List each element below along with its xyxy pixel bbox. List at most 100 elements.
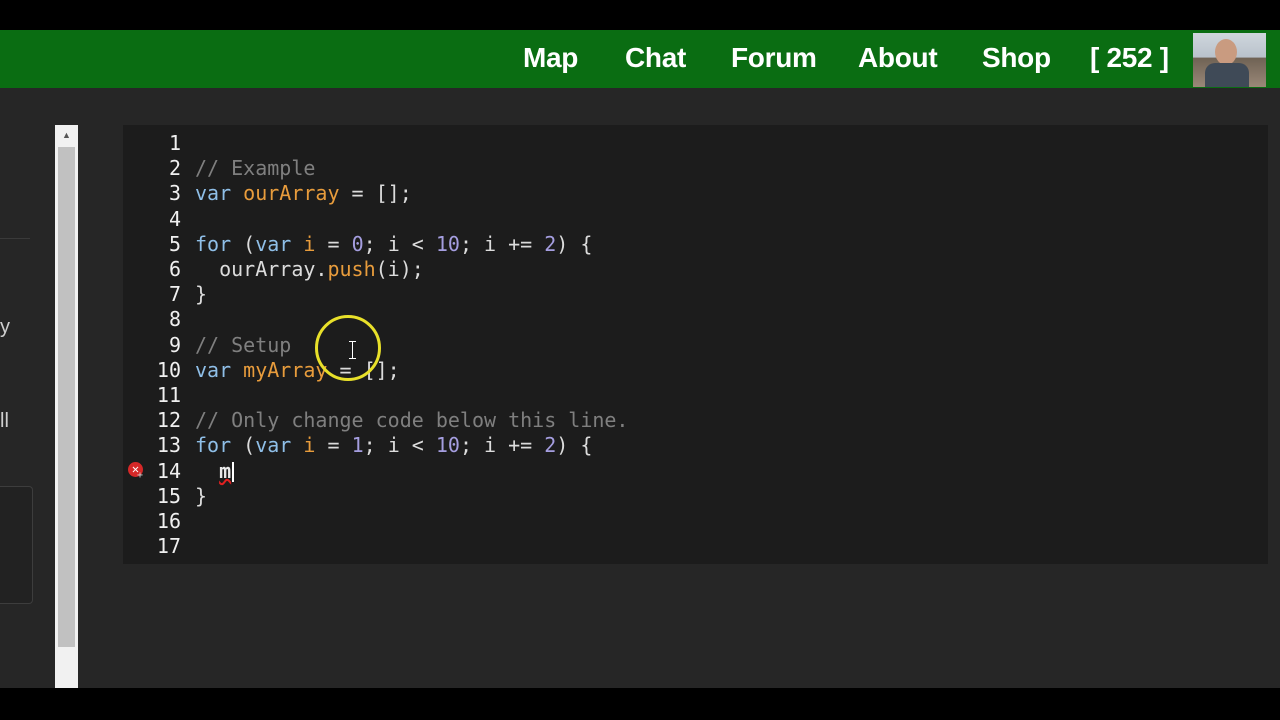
code-token: var [195, 357, 232, 382]
mouse-cursor-highlight [315, 315, 381, 381]
code-line[interactable]: 9 // Setup [123, 333, 1268, 358]
code-line[interactable]: 6 ourArray.push(i); [123, 257, 1268, 282]
code-text: } [195, 282, 207, 307]
code-editor[interactable]: 1 2// Example 3 var ourArray = []; 4 5 for (va… [123, 125, 1268, 564]
code-line[interactable]: 4 [123, 207, 1268, 232]
code-line[interactable]: 13 for (var i = 1; i < 10; i += 2) { [123, 433, 1268, 458]
avatar-head [1215, 39, 1237, 65]
points-counter[interactable]: [ 252 ] [1090, 38, 1169, 78]
code-text: // Only change code below this line. [195, 408, 628, 433]
scrollbar-thumb[interactable] [58, 147, 75, 647]
code-token: // Example [195, 156, 316, 181]
code-text: for (var i = 0; i < 10; i += 2) { [195, 232, 592, 257]
line-number: 9 [168, 332, 181, 357]
code-text: } [195, 484, 207, 509]
code-token: 10 [435, 433, 460, 458]
nav-link-chat[interactable]: Chat [625, 38, 686, 78]
code-token: for [195, 231, 232, 256]
code-line[interactable]: 11 [123, 383, 1268, 408]
code-line[interactable]: 1 [123, 131, 1268, 156]
code-token: var [255, 231, 292, 256]
left-panel-box [0, 486, 33, 604]
code-token: ; i < [363, 231, 436, 256]
code-token: // Setup [195, 332, 292, 357]
code-line[interactable]: 7} [123, 282, 1268, 307]
code-token: push [327, 257, 376, 281]
line-number: 1 [168, 131, 181, 155]
code-token: m [219, 458, 232, 483]
line-number: 16 [156, 509, 181, 533]
top-navbar: Map Chat Forum About Shop [ 252 ] [0, 30, 1280, 88]
code-line[interactable]: ✕ +14 m [123, 459, 1268, 484]
nav-link-shop[interactable]: Shop [982, 38, 1051, 78]
line-number: 5 [168, 231, 181, 256]
left-panel-text-fragment: ll [0, 410, 9, 432]
code-token: myArray [243, 357, 328, 382]
code-token: = []; [339, 181, 412, 206]
code-token: = [315, 433, 352, 458]
code-line[interactable]: 8 [123, 307, 1268, 332]
code-token: 1 [351, 433, 364, 458]
code-token: var [255, 433, 292, 458]
line-number: 12 [156, 408, 181, 433]
code-token: } [195, 282, 208, 307]
code-line[interactable]: 3 var ourArray = []; [123, 181, 1268, 206]
nav-link-forum[interactable]: Forum [731, 38, 817, 78]
code-token: i [303, 433, 316, 458]
code-token: ; i += [459, 433, 545, 458]
code-line[interactable]: 10 var myArray = []; [123, 358, 1268, 383]
line-number: 15 [156, 483, 181, 508]
code-text: ourArray.push(i); [195, 257, 424, 282]
line-number: 14 [156, 458, 181, 483]
code-token: 2 [544, 231, 557, 256]
line-number: 11 [156, 383, 181, 407]
avatar[interactable] [1193, 33, 1266, 87]
left-panel-text-fragment: y [0, 316, 10, 338]
code-line[interactable]: 12 // Only change code below this line. [123, 408, 1268, 433]
top-black-bar [0, 0, 1280, 30]
code-token: = [315, 231, 352, 256]
text-caret [232, 462, 235, 483]
code-text: var ourArray = []; [195, 181, 412, 206]
scroll-up-arrow-icon[interactable]: ▲ [55, 125, 78, 145]
code-line[interactable]: 15} [123, 484, 1268, 509]
code-text: m [195, 458, 235, 484]
code-token: ourArray. [195, 257, 328, 281]
line-number: 3 [168, 181, 181, 206]
code-token: 0 [351, 231, 364, 256]
code-token: ; i < [363, 433, 436, 458]
line-number: 4 [168, 206, 181, 231]
code-token: 2 [544, 433, 557, 458]
code-token: var [195, 181, 232, 206]
code-line[interactable]: 17 [123, 534, 1268, 559]
line-number: 2 [168, 156, 181, 181]
code-text: // Setup [195, 333, 291, 358]
vertical-scrollbar[interactable]: ▲ [55, 125, 78, 688]
code-token: ) { [556, 433, 593, 458]
code-token: ; i += [459, 231, 545, 256]
code-token: (i); [375, 257, 424, 281]
line-number: 8 [168, 307, 181, 332]
code-token: ( [231, 433, 256, 458]
main-area: y ll ▲ 1 2// Example 3 var ourArray = []; 4 5… [0, 88, 1280, 688]
code-token: ourArray [243, 181, 340, 206]
code-line[interactable]: 5 for (var i = 0; i < 10; i += 2) { [123, 232, 1268, 257]
code-text: for (var i = 1; i < 10; i += 2) { [195, 433, 592, 458]
code-token: i [303, 231, 316, 256]
nav-link-about[interactable]: About [858, 38, 938, 78]
line-number: 13 [156, 433, 181, 458]
code-token: ( [231, 231, 256, 256]
code-token: // Only change code below this line. [195, 408, 629, 433]
line-number: 6 [168, 257, 181, 281]
code-line[interactable]: 16 [123, 509, 1268, 534]
line-number: 7 [168, 282, 181, 307]
avatar-body [1205, 63, 1249, 87]
nav-link-map[interactable]: Map [523, 38, 578, 78]
code-line[interactable]: 2 // Example [123, 156, 1268, 181]
bottom-black-bar [0, 688, 1280, 720]
